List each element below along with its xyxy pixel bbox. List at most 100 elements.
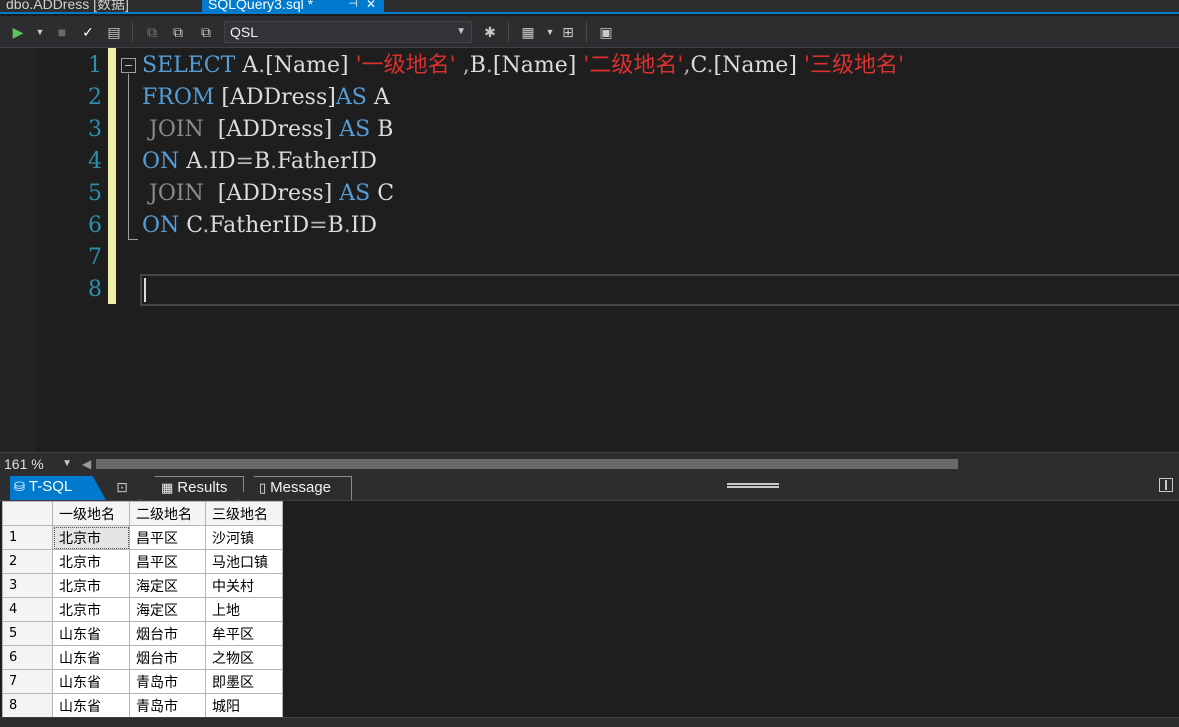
grid-cell[interactable]: 中关村 bbox=[205, 573, 283, 598]
grid-cell[interactable]: 海定区 bbox=[129, 573, 206, 598]
code-line[interactable]: JOIN [ADDress] AS B bbox=[142, 114, 393, 146]
row-number[interactable]: 3 bbox=[2, 573, 53, 598]
code-token: B bbox=[327, 213, 344, 238]
grid-cell[interactable]: 北京市 bbox=[52, 549, 130, 574]
zoom-level: 161 % bbox=[4, 456, 44, 472]
connection-icon: ⛁ bbox=[14, 479, 25, 494]
column-header[interactable]: 三级地名 bbox=[205, 501, 283, 526]
close-icon[interactable]: ✕ bbox=[366, 0, 376, 12]
table-row: 6 山东省 烟台市 之物区 bbox=[2, 645, 283, 670]
code-token: [ADDress] bbox=[203, 181, 340, 206]
horizontal-scrollbar-thumb[interactable] bbox=[96, 459, 958, 469]
pin-icon[interactable]: ⊣ bbox=[348, 0, 358, 12]
grid-cell[interactable]: 牟平区 bbox=[205, 621, 283, 646]
row-number[interactable]: 7 bbox=[2, 669, 53, 694]
grid-cell[interactable]: 昌平区 bbox=[129, 549, 206, 574]
splitter-handle[interactable] bbox=[727, 483, 779, 488]
column-header[interactable]: 一级地名 bbox=[52, 501, 130, 526]
line-number: 8 bbox=[88, 277, 102, 302]
grid-cell[interactable]: 山东省 bbox=[52, 669, 130, 694]
code-line[interactable]: ON C.FatherID=B.ID bbox=[142, 210, 377, 242]
tab-address-data[interactable]: dbo.ADDress [数据] bbox=[0, 0, 200, 12]
current-line-highlight bbox=[140, 274, 1179, 306]
connect-icon[interactable]: ⧉ bbox=[168, 22, 188, 42]
grid-header-row: 一级地名 二级地名 三级地名 bbox=[2, 501, 283, 526]
outline-guide-end bbox=[128, 239, 138, 240]
results-dropdown-icon[interactable]: ▼ bbox=[540, 22, 560, 42]
toggle-panel-icon[interactable] bbox=[1159, 478, 1173, 492]
code-token: FatherID bbox=[277, 149, 377, 174]
row-number[interactable]: 2 bbox=[2, 549, 53, 574]
chevron-down-icon: ▼ bbox=[62, 458, 72, 469]
grid-cell[interactable]: 青岛市 bbox=[129, 693, 206, 718]
table-row: 1 北京市 昌平区 沙河镇 bbox=[2, 525, 283, 550]
grid-cell[interactable]: 山东省 bbox=[52, 621, 130, 646]
code-line[interactable]: ON A.ID=B.FatherID bbox=[142, 146, 377, 178]
sql-code-editor[interactable]: 1 2 3 4 5 6 7 8 SELECT A.[Name] '一级地名' ,… bbox=[0, 48, 1179, 452]
row-number[interactable]: 6 bbox=[2, 645, 53, 670]
grid-cell[interactable]: 昌平区 bbox=[129, 525, 206, 550]
tab-results[interactable]: ▦ Results bbox=[140, 476, 244, 500]
grid-cell[interactable]: 马池口镇 bbox=[205, 549, 283, 574]
grid-cell[interactable]: 烟台市 bbox=[129, 621, 206, 646]
parse-check-icon[interactable]: ✓ bbox=[78, 22, 98, 42]
grid-cell[interactable]: 北京市 bbox=[52, 597, 130, 622]
estimated-plan-icon[interactable]: ▤ bbox=[104, 22, 124, 42]
grid-cell[interactable]: 海定区 bbox=[129, 597, 206, 622]
grid-cell[interactable]: 沙河镇 bbox=[205, 525, 283, 550]
grid-cell[interactable]: 城阳 bbox=[205, 693, 283, 718]
row-number[interactable]: 5 bbox=[2, 621, 53, 646]
row-number[interactable]: 4 bbox=[2, 597, 53, 622]
table-row: 4 北京市 海定区 上地 bbox=[2, 597, 283, 622]
save-results-icon[interactable]: ⊡ bbox=[112, 477, 132, 497]
collapse-region-icon[interactable] bbox=[121, 58, 136, 73]
code-token: ON bbox=[142, 149, 180, 174]
grid-corner[interactable] bbox=[2, 501, 53, 526]
scroll-left-icon[interactable]: ◀ bbox=[82, 455, 91, 473]
include-plan-icon[interactable]: ⊞ bbox=[558, 22, 578, 42]
query-options-icon[interactable]: ✱ bbox=[480, 22, 500, 42]
code-token: A bbox=[235, 53, 259, 78]
code-token: = bbox=[235, 149, 254, 174]
zoom-select[interactable]: 161 % ▼ bbox=[4, 455, 76, 473]
grid-cell[interactable]: 烟台市 bbox=[129, 645, 206, 670]
code-token: FROM bbox=[142, 85, 215, 110]
grid-cell[interactable]: 之物区 bbox=[205, 645, 283, 670]
column-header[interactable]: 二级地名 bbox=[129, 501, 206, 526]
available-databases-select[interactable]: QSL ▼ bbox=[224, 21, 472, 43]
results-to-grid-icon[interactable]: ▦ bbox=[518, 22, 538, 42]
execute-dropdown-icon[interactable]: ▼ bbox=[30, 22, 50, 42]
tab-message[interactable]: ▯ Message bbox=[238, 476, 352, 500]
line-number: 2 bbox=[88, 85, 102, 110]
grid-cell[interactable]: 即墨区 bbox=[205, 669, 283, 694]
grid-cell[interactable]: 青岛市 bbox=[129, 669, 206, 694]
code-token: FatherID bbox=[209, 213, 310, 238]
text-caret bbox=[144, 278, 146, 302]
code-token: . bbox=[343, 213, 351, 238]
specify-values-icon[interactable]: ▣ bbox=[596, 22, 616, 42]
code-token: [ADDress] bbox=[214, 85, 336, 110]
disconnect-icon[interactable]: ⧉ bbox=[142, 22, 162, 42]
code-token: [Name] bbox=[713, 53, 797, 78]
change-connection-icon[interactable]: ⧉ bbox=[196, 22, 216, 42]
tab-sqlquery3[interactable]: SQLQuery3.sql * ⊣ ✕ bbox=[202, 0, 384, 12]
code-token: C bbox=[690, 53, 707, 78]
grid-cell[interactable]: 山东省 bbox=[52, 645, 130, 670]
code-line[interactable]: SELECT A.[Name] '一级地名' ,B.[Name] '二级地名',… bbox=[142, 50, 904, 82]
row-number[interactable]: 1 bbox=[2, 525, 53, 550]
row-number[interactable]: 8 bbox=[2, 693, 53, 718]
stop-icon[interactable]: ■ bbox=[52, 22, 72, 42]
grid-cell[interactable]: 上地 bbox=[205, 597, 283, 622]
grid-cell[interactable]: 山东省 bbox=[52, 693, 130, 718]
editor-status-bar: 161 % ▼ ◀ bbox=[0, 452, 1179, 474]
grid-cell[interactable]: 北京市 bbox=[52, 525, 130, 550]
code-token: JOIN bbox=[142, 117, 204, 142]
execute-icon[interactable]: ▶ bbox=[8, 22, 28, 42]
results-grid: 一级地名 二级地名 三级地名 1 北京市 昌平区 沙河镇 2 北京市 昌平区 马… bbox=[2, 501, 283, 718]
code-token: , bbox=[462, 53, 470, 78]
code-line[interactable]: JOIN [ADDress] AS C bbox=[142, 178, 394, 210]
code-line[interactable]: FROM [ADDress]AS A bbox=[142, 82, 390, 114]
grid-cell[interactable]: 北京市 bbox=[52, 573, 130, 598]
tab-tsql[interactable]: ⛁ T-SQL bbox=[10, 476, 106, 500]
